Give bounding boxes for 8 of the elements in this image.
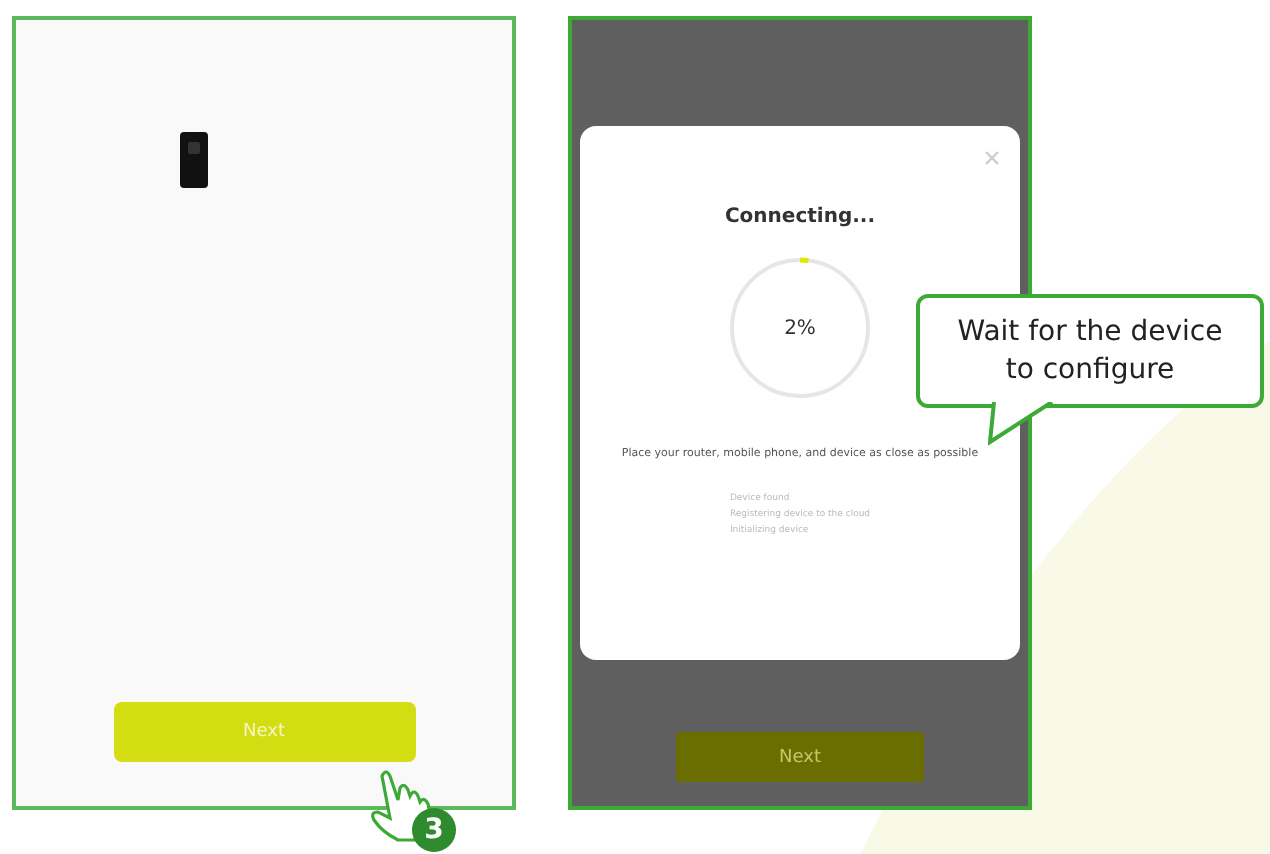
step-number-badge: 3: [412, 808, 456, 852]
callout-text: Wait for the device to configure: [955, 314, 1225, 388]
close-icon[interactable]: [984, 150, 1000, 166]
progress-ring: [729, 257, 871, 399]
next-button[interactable]: Next: [676, 732, 924, 782]
dialog-title: Connecting...: [724, 206, 876, 228]
doorbell-device-icon: [178, 130, 210, 190]
progress-percent: 2%: [784, 317, 816, 339]
